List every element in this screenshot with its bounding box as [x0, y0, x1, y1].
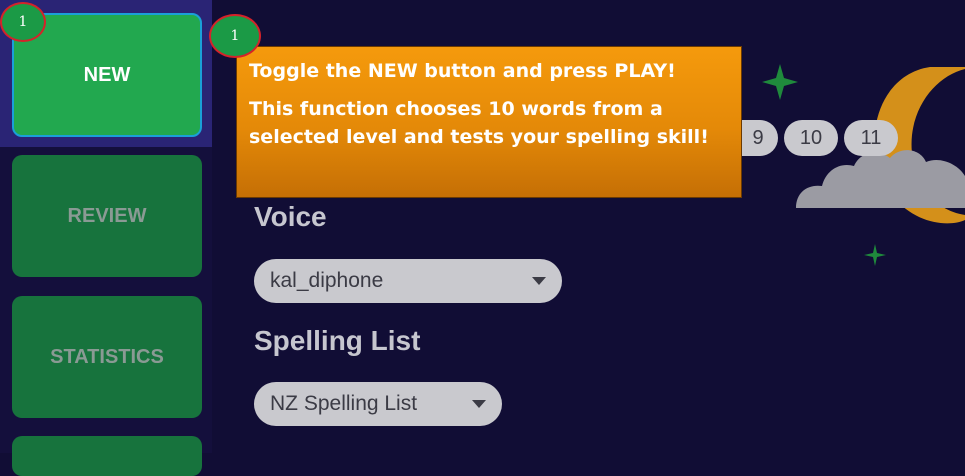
level-button-10[interactable]: 10	[784, 120, 838, 156]
voice-select-value: kal_diphone	[270, 269, 384, 292]
tooltip-line-1: Toggle the NEW button and press PLAY!	[249, 60, 676, 82]
voice-select[interactable]: kal_diphone	[254, 259, 562, 303]
review-button[interactable]: REVIEW	[12, 155, 202, 277]
step-marker: 1	[209, 14, 261, 58]
star-icon	[762, 64, 798, 100]
star-icon	[864, 244, 886, 266]
tooltip-line-2: This function chooses 10 words from a se…	[249, 98, 709, 148]
spelling-list-select-value: NZ Spelling List	[270, 392, 418, 415]
chevron-down-icon	[532, 277, 546, 285]
sidebar-item-partial[interactable]	[12, 436, 202, 476]
voice-label: Voice	[254, 201, 327, 232]
spelling-list-select[interactable]: NZ Spelling List	[254, 382, 502, 426]
level-button-11[interactable]: 11	[844, 120, 898, 156]
step-marker: 1	[0, 2, 46, 42]
help-tooltip: Toggle the NEW button and press PLAY! Th…	[236, 46, 742, 198]
statistics-button[interactable]: STATISTICS	[12, 296, 202, 418]
level-button-9[interactable]: 9	[738, 120, 778, 156]
chevron-down-icon	[472, 400, 486, 408]
spelling-list-label: Spelling List	[254, 325, 421, 356]
